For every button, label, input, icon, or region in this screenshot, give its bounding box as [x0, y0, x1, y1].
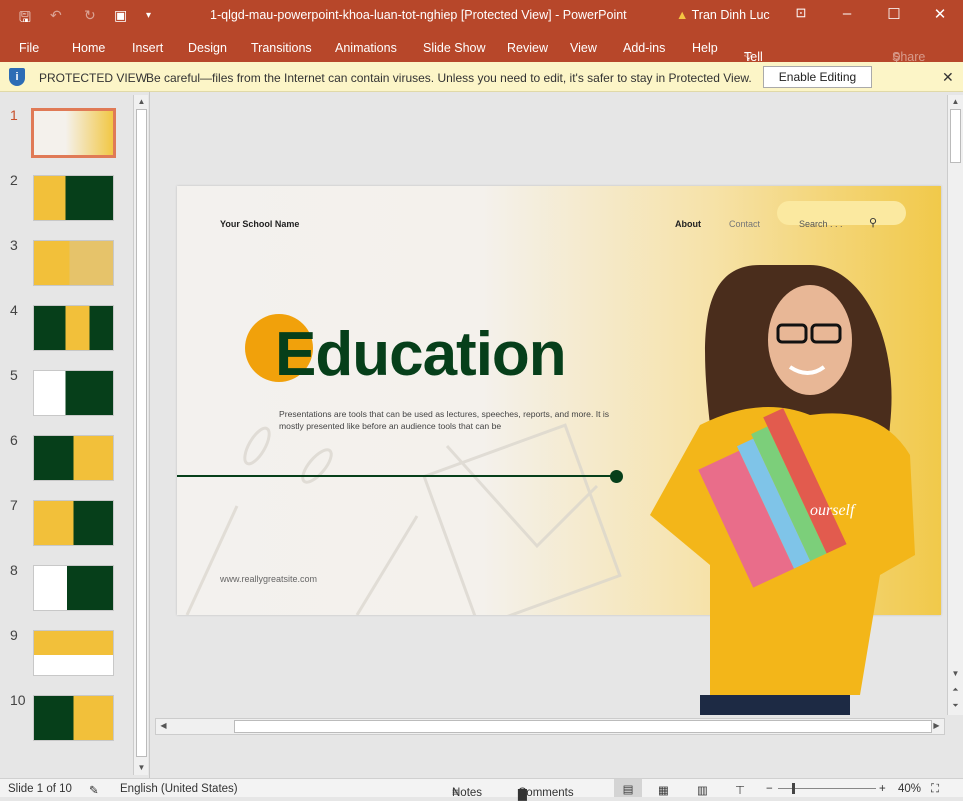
slide-thumbnail[interactable] — [33, 500, 114, 546]
ribbon-display-icon[interactable]: ⊡ — [786, 5, 816, 21]
save-icon[interactable]: 🖫 — [19, 7, 31, 31]
nav-about: About — [675, 219, 701, 229]
slide-thumbnail[interactable] — [33, 435, 114, 481]
slide-number: 4 — [10, 302, 18, 318]
slide-thumbnail[interactable] — [31, 108, 116, 158]
scroll-thumb[interactable] — [234, 720, 932, 733]
slide-number: 5 — [10, 367, 18, 383]
tab-animations[interactable]: Animations — [335, 41, 397, 55]
maximize-icon[interactable]: ☐ — [879, 5, 909, 23]
tab-view[interactable]: View — [570, 41, 597, 55]
window-title: 1-qlgd-mau-powerpoint-khoa-luan-tot-nghi… — [210, 8, 627, 22]
close-bar-icon[interactable]: ✕ — [942, 69, 954, 86]
slide-horizontal-scrollbar[interactable]: ◀ ▶ — [155, 718, 945, 735]
website: www.reallygreatsite.com — [220, 574, 318, 584]
scroll-thumb[interactable] — [950, 109, 961, 163]
slide-thumbnail[interactable] — [33, 630, 114, 676]
warning-icon: ▲ — [676, 8, 689, 22]
tab-help[interactable]: Help — [692, 41, 718, 55]
tab-slide-show[interactable]: Slide Show — [423, 41, 486, 55]
protected-view-bar: i PROTECTED VIEW Be careful—files from t… — [0, 62, 963, 92]
green-line — [177, 475, 617, 477]
slideshow-icon[interactable]: ⊤ — [735, 783, 745, 797]
minimize-icon[interactable]: – — [832, 5, 862, 22]
shirt-print: ourself — [810, 502, 857, 519]
tab-transitions[interactable]: Transitions — [251, 41, 312, 55]
tab-add-ins[interactable]: Add-ins — [623, 41, 665, 55]
slide-thumbnail[interactable] — [33, 240, 114, 286]
user-label: Tran Dinh Luc — [691, 8, 770, 22]
search-icon: ⚲ — [869, 217, 878, 229]
scroll-down-icon[interactable]: ▼ — [134, 763, 149, 772]
comments-label: Comments — [518, 787, 574, 799]
slide-sorter-icon[interactable]: ▦ — [658, 783, 669, 797]
scroll-down-icon[interactable]: ▼ — [948, 669, 963, 678]
slide-thumbnail[interactable] — [33, 370, 114, 416]
tab-insert[interactable]: Insert — [132, 41, 163, 55]
slide-number: 1 — [10, 107, 18, 123]
scroll-thumb[interactable] — [136, 109, 147, 757]
next-slide-icon[interactable]: ⏷ — [948, 701, 963, 711]
scroll-up-icon[interactable]: ▲ — [134, 97, 149, 106]
zoom-level[interactable]: 40% — [898, 783, 921, 795]
protected-view-label: PROTECTED VIEW — [39, 71, 148, 85]
slide-number: 9 — [10, 627, 18, 643]
status-bar: Slide 1 of 10 ✎ English (United States) … — [0, 778, 963, 801]
slide-thumbnail[interactable] — [33, 175, 114, 221]
shield-info-icon: i — [9, 68, 25, 86]
notes-label: Notes — [452, 787, 483, 799]
slide-title: Education — [275, 320, 567, 389]
slide-thumbnail[interactable] — [33, 565, 114, 611]
line-dot — [610, 470, 623, 483]
nav-contact: Contact — [729, 219, 761, 229]
slide-number: 6 — [10, 432, 18, 448]
scroll-right-icon[interactable]: ▶ — [929, 721, 944, 730]
reading-view-icon[interactable]: ▥ — [697, 783, 708, 797]
zoom-in-icon[interactable]: + — [879, 783, 886, 795]
slide-body-text: Presentations are tools that can be used… — [279, 409, 610, 431]
title-bar: 🖫 ↶ ↻ ▣ ▾ 1-qlgd-mau-powerpoint-khoa-lua… — [0, 0, 963, 32]
close-icon[interactable]: ✕ — [925, 5, 955, 23]
slide-vertical-scrollbar[interactable]: ▲ ▼ ⏶ ⏷ — [947, 95, 963, 715]
redo-icon[interactable]: ↻ — [84, 7, 96, 24]
slide-thumbnail[interactable] — [33, 695, 114, 741]
language[interactable]: English (United States) — [120, 783, 238, 795]
tab-design[interactable]: Design — [188, 41, 227, 55]
user-name[interactable]: ▲ Tran Dinh Luc — [676, 8, 770, 22]
enable-editing-button[interactable]: Enable Editing — [763, 66, 872, 88]
normal-view-icon[interactable]: ▤ — [614, 779, 642, 797]
tab-file[interactable]: File — [19, 41, 39, 55]
scroll-left-icon[interactable]: ◀ — [156, 721, 171, 730]
scroll-up-icon[interactable]: ▲ — [948, 97, 963, 106]
student-photo: ourself — [650, 265, 915, 715]
slide-number: 8 — [10, 562, 18, 578]
zoom-out-icon[interactable]: − — [766, 783, 773, 795]
fit-slide-icon[interactable]: ⛶ — [931, 783, 939, 796]
undo-icon[interactable]: ↶ — [50, 7, 62, 24]
slide-number: 2 — [10, 172, 18, 188]
search-placeholder: Search . . . — [799, 219, 843, 229]
slide-number: 7 — [10, 497, 18, 513]
ribbon-tabs: File Home Insert Design Transitions Anim… — [0, 32, 963, 78]
slide-number: 10 — [10, 692, 26, 708]
spelling-icon[interactable]: ✎ — [89, 783, 99, 797]
customize-qat-icon[interactable]: ▾ — [146, 10, 151, 21]
slide-thumbnail[interactable] — [33, 305, 114, 351]
tab-home[interactable]: Home — [72, 41, 105, 55]
thumbnails-scrollbar[interactable]: ▲ ▼ — [133, 95, 148, 775]
slide-thumbnails-pane: 1 2 3 4 5 6 7 8 9 10 — [0, 92, 150, 778]
school-name: Your School Name — [220, 219, 300, 229]
tab-review[interactable]: Review — [507, 41, 548, 55]
present-icon[interactable]: ▣ — [114, 7, 127, 24]
previous-slide-icon[interactable]: ⏶ — [948, 685, 963, 695]
zoom-slider-thumb[interactable] — [792, 783, 795, 794]
slide-number: 3 — [10, 237, 18, 253]
slide-counter: Slide 1 of 10 — [8, 783, 72, 795]
protected-view-message: Be careful—files from the Internet can c… — [146, 71, 752, 85]
